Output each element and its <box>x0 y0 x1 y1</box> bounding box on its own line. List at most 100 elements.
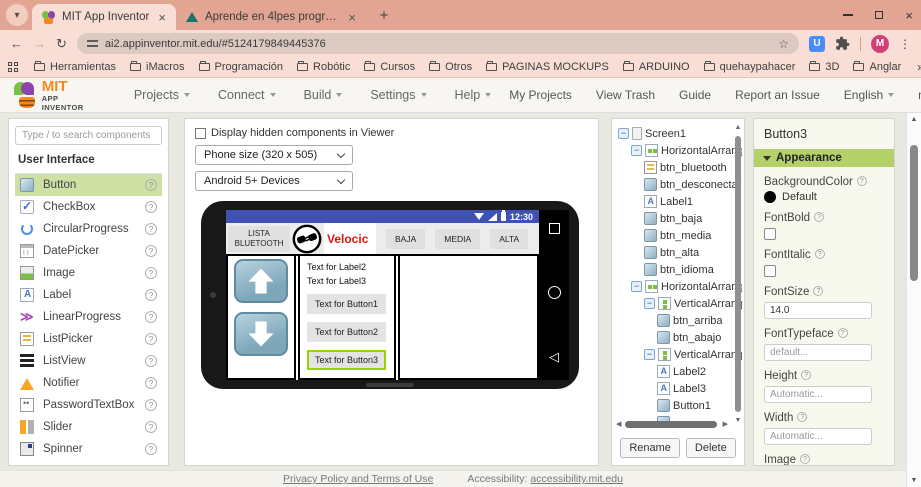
menu-settings[interactable]: Settings <box>356 88 440 102</box>
home-circle-icon[interactable] <box>548 286 561 299</box>
palette-item-circularprogress[interactable]: CircularProgress? <box>15 218 162 240</box>
tab-app-inventor[interactable]: MIT App Inventor × <box>32 4 176 30</box>
forward-icon[interactable]: → <box>33 36 46 51</box>
palette-item-spinner[interactable]: Spinner? <box>15 438 162 460</box>
lista-bluetooth-button[interactable]: LISTA BLUETOOTH <box>228 226 290 252</box>
accessibility-link[interactable]: accessibility.mit.edu <box>530 473 623 485</box>
tab-close-icon[interactable]: × <box>156 10 168 25</box>
bookmark-folder-programación[interactable]: Programación <box>193 59 289 75</box>
bookmark-folder-herramientas[interactable]: Herramientas <box>28 59 122 75</box>
bookmark-folder-robótic[interactable]: Robótic <box>291 59 356 75</box>
help-icon[interactable]: ? <box>145 179 157 191</box>
menu-projects[interactable]: Projects <box>120 88 204 102</box>
minimize-icon[interactable] <box>843 14 853 16</box>
speed-button-alta[interactable]: ALTA <box>490 229 528 249</box>
tab-close-icon[interactable]: × <box>346 10 358 25</box>
back-icon[interactable]: ← <box>10 36 23 51</box>
profile-avatar[interactable]: M <box>871 35 889 53</box>
phone-button[interactable]: Text for Button2 <box>307 322 386 342</box>
tree-item-horizontalarrangemen[interactable]: −HorizontalArrangemen <box>618 142 742 159</box>
scroll-right-arrow-icon[interactable]: ▶ <box>723 420 728 428</box>
bookmark-folder-quehaypahacer[interactable]: quehaypahacer <box>698 59 802 75</box>
palette-item-passwordtextbox[interactable]: PasswordTextBox? <box>15 394 162 416</box>
close-icon[interactable]: × <box>905 9 913 22</box>
tree-item-screen1[interactable]: −Screen1 <box>618 125 742 142</box>
bookmarks-overflow-chevron[interactable]: » <box>909 60 921 74</box>
scroll-down-arrow-icon[interactable]: ▼ <box>733 417 743 424</box>
help-icon[interactable]: ? <box>145 465 157 466</box>
page-vertical-scrollbar[interactable]: ▲ ▼ <box>906 113 921 487</box>
help-icon[interactable]: ? <box>145 421 157 433</box>
apps-grid-icon[interactable] <box>8 62 18 73</box>
tree-item-btn_abajo[interactable]: btn_abajo <box>618 329 742 346</box>
help-icon[interactable]: ? <box>838 328 848 338</box>
display-hidden-checkbox[interactable] <box>195 128 206 139</box>
arrow-down-button[interactable] <box>234 312 288 356</box>
tree-item-btn_alta[interactable]: btn_alta <box>618 244 742 261</box>
help-icon[interactable]: ? <box>813 286 823 296</box>
help-icon[interactable]: ? <box>145 311 157 323</box>
ublock-extension-icon[interactable]: U <box>809 36 825 52</box>
appearance-section-header[interactable]: Appearance <box>754 149 894 167</box>
header-link-my-projects[interactable]: My Projects <box>509 88 572 102</box>
help-icon[interactable]: ? <box>801 370 811 380</box>
help-icon[interactable]: ? <box>145 377 157 389</box>
menu-build[interactable]: Build <box>290 88 357 102</box>
tree-item-verticalarrangemen[interactable]: −VerticalArrangemen <box>618 295 742 312</box>
tree-item-verticalarrangemen[interactable]: −VerticalArrangemen <box>618 346 742 363</box>
speed-button-media[interactable]: MEDIA <box>435 229 480 249</box>
new-tab-button[interactable]: + <box>372 3 396 27</box>
phone-label[interactable]: Text for Label3 <box>307 276 387 286</box>
tree-item-btn_idioma[interactable]: btn_idioma <box>618 261 742 278</box>
header-link-view-trash[interactable]: View Trash <box>596 88 655 102</box>
property-input[interactable]: Automatic... <box>764 386 872 403</box>
palette-item-slider[interactable]: Slider? <box>15 416 162 438</box>
property-checkbox[interactable] <box>764 265 776 277</box>
help-icon[interactable]: ? <box>800 454 810 464</box>
palette-item-checkbox[interactable]: CheckBox? <box>15 196 162 218</box>
palette-item-switch[interactable]: Switch? <box>15 460 162 466</box>
tree-item-button1[interactable]: Button1 <box>618 397 742 414</box>
collapse-icon[interactable]: − <box>644 298 655 309</box>
url-text[interactable]: ai2.appinventor.mit.edu/#512417984944537… <box>105 38 771 50</box>
delete-button[interactable]: Delete <box>686 438 736 458</box>
velocidad-title-label[interactable]: Velocic <box>324 223 376 254</box>
property-input[interactable]: 14.0 <box>764 302 872 319</box>
palette-item-image[interactable]: Image? <box>15 262 162 284</box>
device-type-dropdown[interactable]: Android 5+ Devices <box>195 171 353 191</box>
header-link-report-an-issue[interactable]: Report an Issue <box>735 88 820 102</box>
help-icon[interactable]: ? <box>145 223 157 235</box>
arrow-up-button[interactable] <box>234 259 288 303</box>
menu-help[interactable]: Help <box>441 88 506 102</box>
tree-vertical-scrollbar[interactable]: ▲ ▼ <box>733 124 743 424</box>
help-icon[interactable]: ? <box>857 176 867 186</box>
palette-item-label[interactable]: Label? <box>15 284 162 306</box>
tree-item-label1[interactable]: Label1 <box>618 193 742 210</box>
app-inventor-logo[interactable]: MIT APP INVENTOR <box>12 79 90 112</box>
tree-item-btn_baja[interactable]: btn_baja <box>618 210 742 227</box>
palette-item-notifier[interactable]: Notifier? <box>15 372 162 394</box>
bookmark-folder-otros[interactable]: Otros <box>423 59 478 75</box>
palette-item-button[interactable]: Button? <box>15 174 162 196</box>
menu-connect[interactable]: Connect <box>204 88 290 102</box>
bookmark-folder-cursos[interactable]: Cursos <box>358 59 421 75</box>
palette-item-listpicker[interactable]: ListPicker? <box>15 328 162 350</box>
phone-button-selected[interactable]: Text for Button3 <box>307 350 386 370</box>
tree-item-btn_media[interactable]: btn_media <box>618 227 742 244</box>
collapse-icon[interactable]: − <box>644 349 655 360</box>
phone-label[interactable]: Text for Label2 <box>307 262 387 272</box>
help-icon[interactable]: ? <box>145 201 157 213</box>
help-icon[interactable]: ? <box>145 245 157 257</box>
site-settings-icon[interactable] <box>87 39 98 48</box>
scroll-left-arrow-icon[interactable]: ◀ <box>616 420 621 428</box>
bookmark-folder-3d[interactable]: 3D <box>803 59 845 75</box>
rename-button[interactable]: Rename <box>620 438 680 458</box>
privacy-link[interactable]: Privacy Policy and Terms of Use <box>283 473 433 485</box>
scroll-down-arrow-icon[interactable]: ▼ <box>907 477 921 484</box>
tree-item-btn_arriba[interactable]: btn_arriba <box>618 312 742 329</box>
help-icon[interactable]: ? <box>145 443 157 455</box>
component-search-input[interactable] <box>15 126 162 145</box>
scrollbar-thumb[interactable] <box>735 136 741 412</box>
collapse-icon[interactable]: − <box>631 145 642 156</box>
maximize-icon[interactable] <box>875 11 883 19</box>
